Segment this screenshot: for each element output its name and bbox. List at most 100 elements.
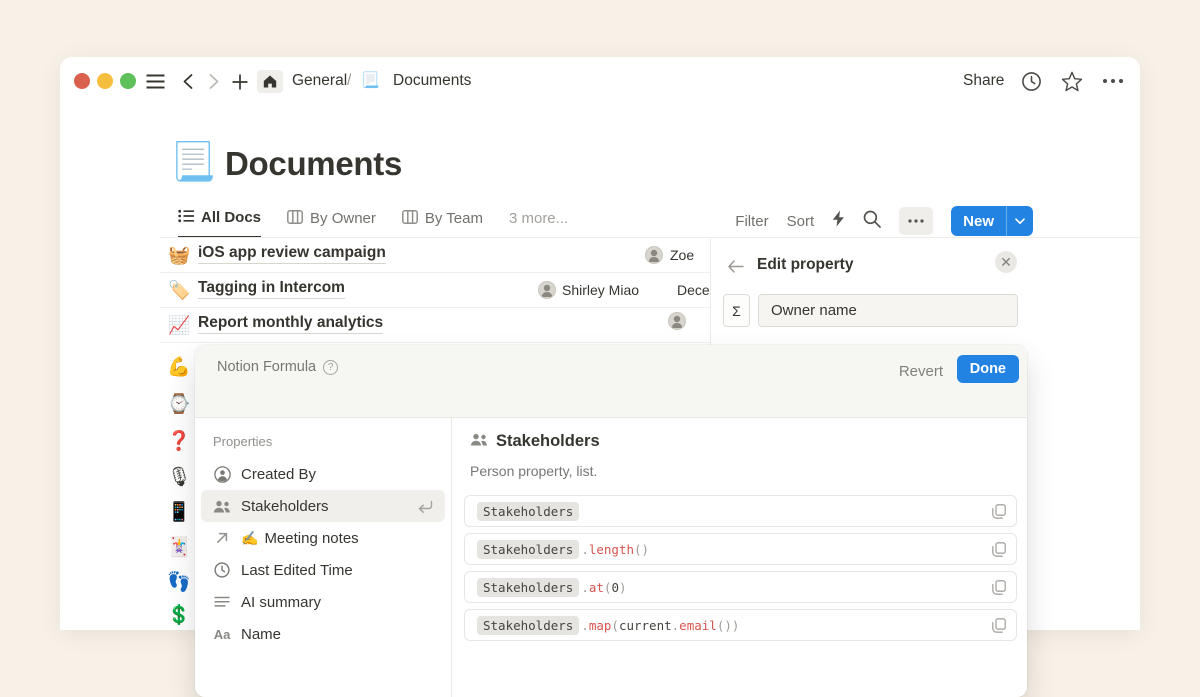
row-icon: ❓ [164, 430, 194, 454]
row-icon: 💪 [164, 356, 194, 380]
formula-editor-header[interactable]: Notion Formula ? Revert Done [195, 345, 1027, 418]
formula-editor-title-text: Notion Formula [217, 359, 316, 375]
code-token: current [619, 618, 672, 633]
property-item-meeting-notes[interactable]: ✍️ Meeting notes [195, 522, 451, 554]
page-title[interactable]: Documents [225, 145, 402, 183]
formula-example[interactable]: Stakeholders [464, 495, 1017, 527]
new-button[interactable]: New [951, 206, 1006, 236]
tab-more-views[interactable]: 3 more... [509, 205, 568, 238]
list-view-icon [178, 209, 194, 227]
code-token: ) [619, 580, 627, 595]
back-arrow-icon[interactable] [727, 260, 744, 278]
documents-table: 🧺 iOS app review campaign Zoe 🏷️ Tagging… [160, 238, 711, 358]
row-icon: 📱 [164, 501, 194, 525]
property-name-input[interactable]: Owner name [758, 294, 1018, 327]
formula-examples: Stakeholders Stakeholders . length () [464, 495, 1017, 647]
code-token: ()) [717, 618, 740, 633]
property-label: AI summary [241, 594, 321, 611]
close-window-button[interactable] [74, 73, 90, 89]
tab-label: By Team [425, 210, 483, 227]
back-icon[interactable] [181, 73, 194, 90]
tab-by-team[interactable]: By Team [402, 205, 483, 238]
person-name: Zoe [670, 247, 694, 263]
avatar [538, 281, 556, 299]
property-chip: Stakeholders [477, 616, 579, 635]
tab-label: All Docs [201, 209, 261, 226]
view-toolbar: Filter Sort New [735, 206, 1033, 236]
copy-icon[interactable] [992, 504, 1006, 522]
row-icon: 💲 [164, 604, 194, 628]
table-row[interactable]: 🧺 iOS app review campaign Zoe [160, 238, 711, 273]
share-button[interactable]: Share [963, 72, 1004, 90]
code-token: . [672, 618, 680, 633]
property-doc-pane: Stakeholders Person property, list. Stak… [452, 418, 1027, 697]
favorite-star-icon[interactable] [1061, 71, 1083, 92]
property-item-name[interactable]: Aa Name [195, 618, 451, 650]
code-token: map [589, 618, 612, 633]
automation-bolt-icon[interactable] [832, 210, 845, 232]
new-button-group: New [951, 206, 1033, 236]
table-row[interactable]: 🏷️ Tagging in Intercom Shirley Miao Dece [160, 273, 711, 308]
sidebar-menu-icon[interactable] [146, 74, 165, 89]
board-view-icon [402, 210, 418, 228]
row-title[interactable]: Tagging in Intercom [198, 279, 345, 299]
table-row[interactable]: 📈 Report monthly analytics [160, 308, 711, 343]
code-token: ( [611, 618, 619, 633]
copy-icon[interactable] [992, 542, 1006, 560]
home-icon[interactable] [257, 70, 283, 93]
breadcrumb-current[interactable]: Documents [393, 72, 471, 90]
properties-sidebar: Properties Created By Stakeholders [195, 418, 452, 697]
new-dropdown-chevron[interactable] [1007, 206, 1033, 236]
copy-icon[interactable] [992, 618, 1006, 636]
tab-label: 3 more... [509, 210, 568, 227]
search-icon[interactable] [863, 210, 881, 233]
property-item-ai-summary[interactable]: AI summary [195, 586, 451, 618]
page-emoji: ✍️ [241, 530, 258, 547]
breadcrumb-root[interactable]: General [292, 72, 347, 90]
done-button[interactable]: Done [957, 355, 1019, 383]
revert-button[interactable]: Revert [899, 358, 943, 386]
property-item-stakeholders[interactable]: Stakeholders [201, 490, 445, 522]
view-settings-icon[interactable] [899, 207, 933, 235]
tab-by-owner[interactable]: By Owner [287, 205, 376, 238]
text-lines-icon [213, 596, 231, 608]
formula-editor-title: Notion Formula ? [217, 359, 338, 375]
help-icon[interactable]: ? [323, 360, 338, 375]
view-tabs: All Docs By Owner By Team 3 more... [178, 205, 568, 238]
property-item-created-by[interactable]: Created By [195, 458, 451, 490]
code-token: email [679, 618, 717, 633]
sort-button[interactable]: Sort [787, 213, 815, 230]
property-label: Created By [241, 466, 316, 483]
row-title[interactable]: Report monthly analytics [198, 314, 383, 334]
formula-example[interactable]: Stakeholders . map ( current . email ()) [464, 609, 1017, 641]
more-options-icon[interactable] [1102, 78, 1124, 84]
property-item-last-edited-time[interactable]: Last Edited Time [195, 554, 451, 586]
formula-editor-body: Properties Created By Stakeholders [195, 418, 1027, 697]
close-icon[interactable]: ✕ [995, 251, 1017, 273]
code-token: 0 [611, 580, 619, 595]
row-title[interactable]: iOS app review campaign [198, 244, 386, 264]
row-icon: ⌚ [164, 393, 194, 417]
people-icon [470, 432, 488, 451]
doc-heading: Stakeholders [470, 432, 600, 451]
copy-icon[interactable] [992, 580, 1006, 598]
formula-example[interactable]: Stakeholders . length () [464, 533, 1017, 565]
new-page-icon[interactable] [232, 74, 248, 90]
forward-icon[interactable] [208, 73, 221, 90]
minimize-window-button[interactable] [97, 73, 113, 89]
clock-icon [213, 562, 231, 578]
board-view-icon [287, 210, 303, 228]
code-token: () [634, 542, 649, 557]
filter-button[interactable]: Filter [735, 213, 768, 230]
formula-sigma-icon[interactable]: Σ [723, 294, 750, 327]
property-label: Name [241, 626, 281, 643]
history-clock-icon[interactable] [1021, 71, 1042, 92]
page-icon[interactable]: 📃 [170, 141, 216, 184]
tab-all-docs[interactable]: All Docs [178, 205, 261, 238]
formula-example[interactable]: Stakeholders . at ( 0 ) [464, 571, 1017, 603]
code-token: . [581, 618, 589, 633]
property-chip: Stakeholders [477, 540, 579, 559]
zoom-window-button[interactable] [120, 73, 136, 89]
people-icon [213, 500, 231, 513]
row-icon: 🎙 [164, 466, 194, 490]
